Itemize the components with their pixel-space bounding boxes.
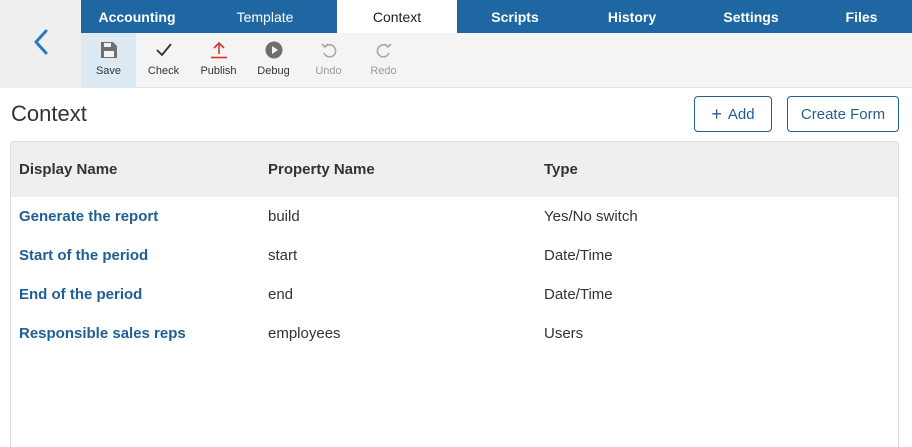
tab-context[interactable]: Context	[337, 0, 457, 33]
undo-button[interactable]: Undo	[301, 33, 356, 88]
column-header-type[interactable]: Type	[544, 142, 578, 197]
display-name-cell[interactable]: Start of the period	[19, 236, 148, 275]
toolbar: Save Check Publish Debug Undo Redo	[81, 33, 912, 88]
tab-bar: Accounting Template Context Scripts Hist…	[81, 0, 912, 33]
checkmark-icon	[154, 40, 174, 60]
tab-accounting[interactable]: Accounting	[81, 0, 193, 33]
chevron-left-icon	[30, 27, 52, 62]
check-button[interactable]: Check	[136, 33, 191, 88]
table-row[interactable]: Generate the report build Yes/No switch	[11, 197, 898, 236]
plus-icon: +	[711, 104, 722, 124]
publish-label: Publish	[200, 65, 237, 77]
table-row[interactable]: End of the period end Date/Time	[11, 275, 898, 314]
display-name-cell[interactable]: Generate the report	[19, 197, 158, 236]
redo-button[interactable]: Redo	[356, 33, 411, 88]
tab-scripts[interactable]: Scripts	[457, 0, 573, 33]
display-name-cell[interactable]: End of the period	[19, 275, 142, 314]
tab-history[interactable]: History	[573, 0, 691, 33]
publish-button[interactable]: Publish	[191, 33, 246, 88]
upload-arrow-icon	[209, 40, 229, 60]
add-button[interactable]: + Add	[694, 96, 772, 132]
page-title: Context	[11, 101, 87, 126]
type-cell: Users	[544, 325, 584, 342]
column-header-display-name[interactable]: Display Name	[19, 142, 117, 197]
property-name-cell: build	[268, 208, 300, 225]
redo-label: Redo	[370, 65, 397, 77]
save-button[interactable]: Save	[81, 33, 136, 88]
tab-files[interactable]: Files	[811, 0, 912, 33]
check-label: Check	[147, 65, 180, 77]
save-label: Save	[95, 65, 122, 77]
table-row[interactable]: Start of the period start Date/Time	[11, 236, 898, 275]
property-name-cell: start	[268, 247, 298, 264]
type-cell: Date/Time	[544, 247, 613, 264]
debug-button[interactable]: Debug	[246, 33, 301, 88]
add-button-label: Add	[727, 105, 755, 123]
type-cell: Date/Time	[544, 286, 613, 303]
table-header: Display Name Property Name Type	[11, 142, 898, 197]
display-name-cell[interactable]: Responsible sales reps	[19, 314, 186, 353]
play-circle-icon	[264, 40, 284, 60]
undo-icon	[319, 40, 339, 60]
back-button[interactable]	[0, 0, 81, 88]
redo-icon	[374, 40, 394, 60]
context-table: Display Name Property Name Type Generate…	[10, 141, 899, 447]
debug-label: Debug	[257, 65, 290, 77]
property-name-cell: end	[268, 286, 294, 303]
property-name-cell: employees	[268, 325, 341, 342]
floppy-disk-icon	[99, 40, 119, 60]
column-header-property-name[interactable]: Property Name	[268, 142, 375, 197]
tab-settings[interactable]: Settings	[691, 0, 811, 33]
create-form-button[interactable]: Create Form	[787, 96, 899, 132]
type-cell: Yes/No switch	[544, 208, 638, 225]
table-row[interactable]: Responsible sales reps employees Users	[11, 314, 898, 353]
create-form-button-label: Create Form	[800, 105, 886, 123]
undo-label: Undo	[315, 65, 342, 77]
tab-template[interactable]: Template	[193, 0, 337, 33]
